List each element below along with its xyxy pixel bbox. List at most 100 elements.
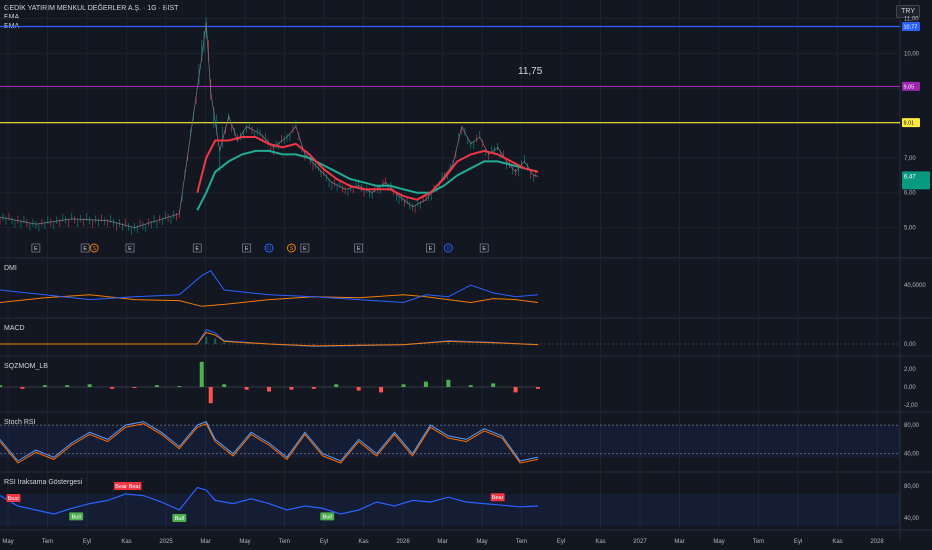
sqzmom-bar <box>423 381 428 387</box>
price-line <box>0 21 539 228</box>
time-axis-label: Eyl <box>320 539 328 545</box>
stock-chart[interactable]: 11,0010,009,008,007,006,005,0010,779,058… <box>0 0 932 550</box>
macd-histogram-bar <box>447 342 450 344</box>
time-axis-label: Eyl <box>794 539 802 545</box>
time-axis-label: 2026 <box>396 539 410 545</box>
time-axis-label: May <box>2 539 13 545</box>
sqzmom-bar <box>199 361 204 387</box>
sqzmom-bar <box>65 385 70 387</box>
dmi-plus-line <box>0 270 539 304</box>
last-price-label: 6,47 <box>904 174 916 180</box>
time-axis-label: May <box>239 539 250 545</box>
price-annotation: 11,75 <box>518 66 543 77</box>
price-tick-label: 6,00 <box>904 191 916 197</box>
earnings-marker-label: E <box>195 246 199 252</box>
divergence-label: Bear <box>115 484 127 490</box>
dmi-tick-label: 40,0000 <box>904 283 926 289</box>
sqzmom-bar <box>177 386 182 388</box>
divergence-label: Bear <box>129 484 141 490</box>
divergence-label: Bull <box>323 514 332 520</box>
sqzmom-tick-label: 0,00 <box>904 385 916 391</box>
ema-slow-line <box>196 149 539 211</box>
sqzmom-bar <box>110 387 115 389</box>
level-tag-label: 8,01 <box>904 121 915 127</box>
macd-histogram-bar <box>205 336 208 344</box>
sqzmom-bar <box>42 385 47 387</box>
sqzmom-bar <box>513 387 518 393</box>
divergence-label: Bear <box>492 495 504 501</box>
level-tag-label: 9,05 <box>904 84 915 90</box>
time-axis-label: Tem <box>516 539 527 545</box>
ema-fast-line <box>196 136 539 201</box>
price-tick-label: 5,00 <box>904 226 916 232</box>
sqzmom-bar <box>289 387 294 390</box>
sqzmom-bar <box>356 387 361 391</box>
time-axis-label: Mar <box>674 539 684 545</box>
sqzmom-tick-label: 2,00 <box>904 367 916 373</box>
earnings-marker-label: E <box>83 246 87 252</box>
rsi-title: RSI Iraksama Göstergesi <box>4 479 83 486</box>
earnings-marker-label: E <box>128 246 132 252</box>
sqzmom-bar <box>222 384 227 387</box>
sqzmom-bar <box>87 384 92 387</box>
divergence-label: Bull <box>175 516 184 522</box>
earnings-marker-label: E <box>34 246 38 252</box>
sqzmom-bar <box>491 383 496 387</box>
rsi-band <box>0 494 900 526</box>
rsi-tick-label: 80,00 <box>904 484 920 490</box>
sqzmom-bar <box>334 384 339 387</box>
macd-tick-label: 0,00 <box>904 342 916 348</box>
dmi-title: DMI <box>4 265 17 272</box>
divergence-label: Bear <box>8 496 20 502</box>
time-axis-label: Eyl <box>557 539 565 545</box>
macd-histogram-bar <box>492 343 495 344</box>
time-axis-label: May <box>713 539 724 545</box>
sqzmom-bar <box>311 387 316 389</box>
time-axis-label: Eyl <box>83 539 91 545</box>
sqzmom-tick-label: -2,00 <box>904 403 918 409</box>
split-marker-label: S <box>290 246 294 252</box>
time-axis-label: 2027 <box>633 539 647 545</box>
time-axis-label: Mar <box>200 539 210 545</box>
sqzmom-bar <box>536 387 540 389</box>
time-axis-label: Mar <box>437 539 447 545</box>
macd-histogram-bar <box>357 344 360 345</box>
sqzmom-bar <box>401 384 406 387</box>
rsi-tick-label: 40,00 <box>904 516 920 522</box>
dividend-marker-label: D <box>446 246 450 252</box>
sqzmom-bar <box>446 379 451 387</box>
stoch-tick-label: 80,00 <box>904 423 920 429</box>
stoch-band <box>0 425 900 458</box>
sqzmom-title: SQZMOM_LB <box>4 363 48 370</box>
price-tick-label: 10,00 <box>904 51 920 57</box>
dividend-marker-label: D <box>267 246 271 252</box>
macd-histogram-bar <box>312 344 315 346</box>
macd-histogram-bar <box>245 343 248 344</box>
dmi-minus-line <box>0 294 539 307</box>
sqzmom-bar <box>20 387 25 389</box>
earnings-marker-label: E <box>429 246 433 252</box>
time-axis-label: Tem <box>279 539 290 545</box>
sqzmom-bar <box>379 387 384 393</box>
sqzmom-bar <box>154 385 159 387</box>
sqzmom-bar <box>244 387 249 390</box>
sqzmom-bar <box>132 387 137 388</box>
sqzmom-bar <box>468 385 473 387</box>
earnings-marker-label: E <box>245 246 249 252</box>
sqzmom-bar <box>267 387 271 392</box>
level-tag-label: 10,77 <box>904 24 918 30</box>
time-axis-label: Kas <box>121 539 131 545</box>
time-axis-label: Tem <box>42 539 53 545</box>
time-axis-label: 2028 <box>870 539 884 545</box>
sqzmom-bar <box>0 385 2 387</box>
split-marker-label: S <box>92 246 96 252</box>
stoch-tick-label: 40,00 <box>904 452 920 458</box>
time-axis-label: Kas <box>358 539 368 545</box>
earnings-marker-label: E <box>357 246 361 252</box>
time-axis-label: Kas <box>595 539 605 545</box>
time-axis-label: May <box>476 539 487 545</box>
price-tick-label: 7,00 <box>904 156 916 162</box>
time-axis-label: 2025 <box>159 539 173 545</box>
time-axis-label: Tem <box>753 539 764 545</box>
sqzmom-bar <box>208 387 213 404</box>
